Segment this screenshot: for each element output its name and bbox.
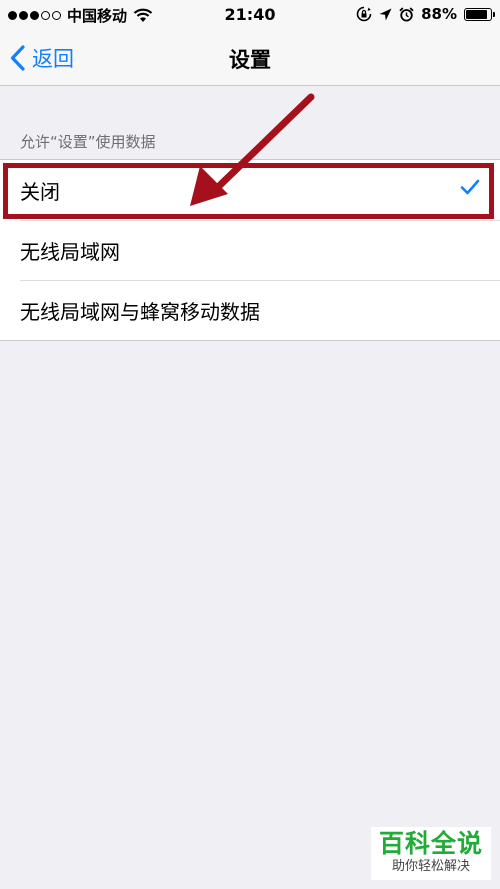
page-title: 设置 <box>229 48 271 72</box>
data-usage-options: 关闭 无线局域网 无线局域网与蜂窝移动数据 <box>0 159 500 341</box>
battery-percent: 88% <box>421 5 457 23</box>
battery-fill <box>466 9 488 19</box>
status-right: 88% <box>356 5 495 23</box>
watermark-subtitle: 助你轻松解决 <box>391 859 470 874</box>
option-wlan-and-cellular[interactable]: 无线局域网与蜂窝移动数据 <box>0 280 500 340</box>
watermark-title: 百科全说 <box>378 829 483 858</box>
status-bar: 中国移动 21:40 88% <box>0 0 500 30</box>
section-header: 允许“设置”使用数据 <box>20 133 156 151</box>
option-label: 关闭 <box>20 179 60 204</box>
option-label: 无线局域网与蜂窝移动数据 <box>20 299 260 324</box>
watermark-logo: 百科全说 助你轻松解决 <box>371 827 491 880</box>
option-wlan[interactable]: 无线局域网 <box>0 220 500 280</box>
option-off[interactable]: 关闭 <box>0 160 500 220</box>
alarm-icon <box>399 6 414 22</box>
battery-icon <box>464 7 495 21</box>
location-arrow-icon <box>379 8 392 20</box>
option-label: 无线局域网 <box>20 239 120 264</box>
checkmark-icon <box>460 179 480 195</box>
orientation-lock-icon <box>356 6 372 22</box>
nav-bar: 返回 设置 <box>0 30 500 86</box>
